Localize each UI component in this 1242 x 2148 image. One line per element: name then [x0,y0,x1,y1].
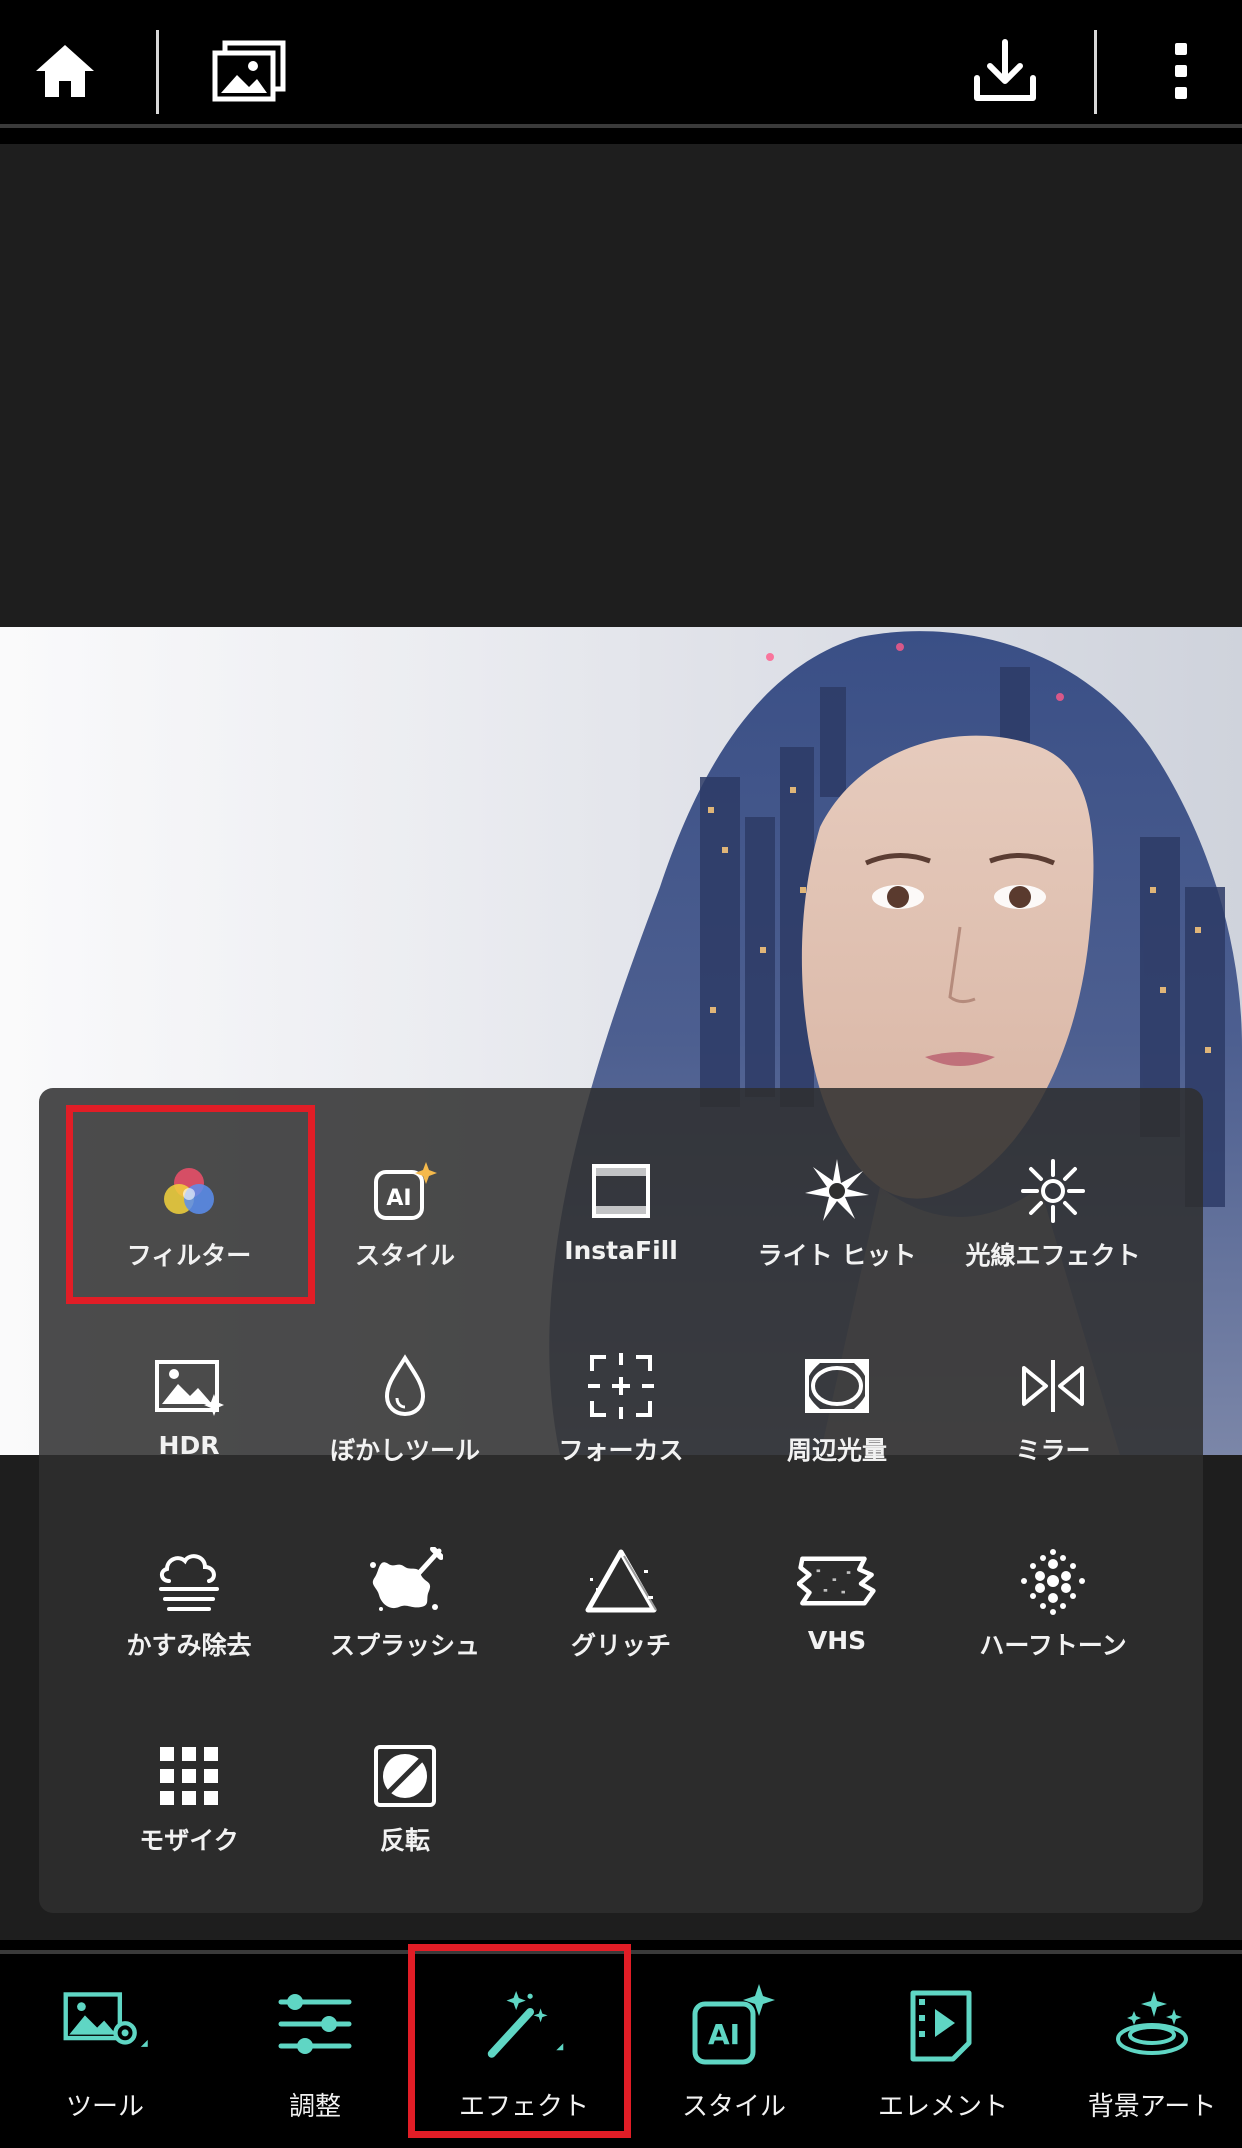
svg-text:AI: AI [708,2018,740,2051]
tool-tools[interactable]: ツール [5,1980,205,2130]
top-divider [0,124,1242,128]
tool-adjust[interactable]: 調整 [215,1980,415,2130]
effect-mirror[interactable]: ミラー [953,1323,1153,1473]
effect-style[interactable]: AI スタイル [305,1128,505,1278]
effect-light-hit[interactable]: ライト ヒット [737,1128,937,1278]
effect-label: ライト ヒット [757,1241,917,1270]
blur-drop-icon [365,1351,445,1421]
effect-dehaze[interactable]: かすみ除去 [89,1518,289,1668]
mosaic-icon [149,1741,229,1811]
effect-invert[interactable]: 反転 [305,1713,505,1863]
effect-splash[interactable]: スプラッシュ [305,1518,505,1668]
dehaze-icon [149,1546,229,1616]
effect-instafill[interactable]: InstaFill [521,1128,721,1278]
top-bar [0,0,1242,128]
toolbar-divider [156,30,159,114]
effect-label: ぼかしツール [329,1436,480,1465]
splash-icon [365,1546,445,1616]
ai-style-icon: AI [365,1156,445,1226]
mirror-icon [1013,1351,1093,1421]
effect-label: 光線エフェクト [965,1241,1141,1270]
effect-label: HDR [158,1431,220,1460]
effect-label: 周辺光量 [786,1436,887,1465]
gallery-icon[interactable] [208,30,290,112]
home-icon[interactable] [24,30,106,112]
effect-light-rays[interactable]: 光線エフェクト [953,1128,1153,1278]
light-rays-icon [1013,1156,1093,1226]
tool-background-art[interactable]: 背景アート [1052,1980,1242,2130]
effect-label: ミラー [1015,1436,1091,1465]
toolbar-divider [1094,30,1097,114]
effect-label: グリッチ [570,1631,671,1660]
adjust-sliders-icon [267,1980,363,2070]
svg-text:AI: AI [386,1186,411,1211]
effect-label: 反転 [379,1826,430,1855]
elements-icon [895,1980,991,2070]
glitch-icon [581,1546,661,1616]
effect-vhs[interactable]: VHS [737,1518,937,1668]
background-art-icon [1104,1980,1200,2070]
tool-label: 背景アート [1087,2092,1217,2122]
tool-label: ツール [65,2092,144,2122]
ai-style-icon: AI [686,1980,782,2070]
effect-vignette[interactable]: 周辺光量 [737,1323,937,1473]
light-hit-icon [797,1156,877,1226]
effect-mosaic[interactable]: モザイク [89,1713,289,1863]
effect-label: スプラッシュ [329,1631,480,1660]
effect-label: InstaFill [564,1236,678,1265]
invert-icon [365,1741,445,1811]
vignette-icon [797,1351,877,1421]
effect-glitch[interactable]: グリッチ [521,1518,721,1668]
tool-label: 調整 [288,2092,341,2122]
effect-blur[interactable]: ぼかしツール [305,1323,505,1473]
tool-style[interactable]: AI スタイル [634,1980,834,2130]
tools-icon [57,1980,153,2070]
tool-label: エレメント [877,2092,1008,2122]
focus-icon [581,1351,661,1421]
effect-focus[interactable]: フォーカス [521,1323,721,1473]
filter-highlight-box [66,1105,315,1304]
halftone-icon [1013,1546,1093,1616]
more-icon[interactable] [1140,30,1222,112]
tool-label: スタイル [681,2092,786,2122]
instafill-icon [581,1156,661,1226]
effect-label: フォーカス [558,1436,684,1465]
effect-label: ハーフトーン [979,1631,1127,1660]
effect-halftone[interactable]: ハーフトーン [953,1518,1153,1668]
effect-hdr[interactable]: HDR [89,1323,289,1473]
effect-label: かすみ除去 [126,1631,252,1660]
hdr-icon [149,1351,229,1421]
effect-label: スタイル [354,1241,455,1270]
effect-label: VHS [807,1626,867,1655]
effect-label: モザイク [139,1826,239,1855]
effects-highlight-box [408,1944,631,2138]
tool-elements[interactable]: エレメント [843,1980,1043,2130]
vhs-icon [797,1546,877,1616]
download-icon[interactable] [964,30,1046,112]
